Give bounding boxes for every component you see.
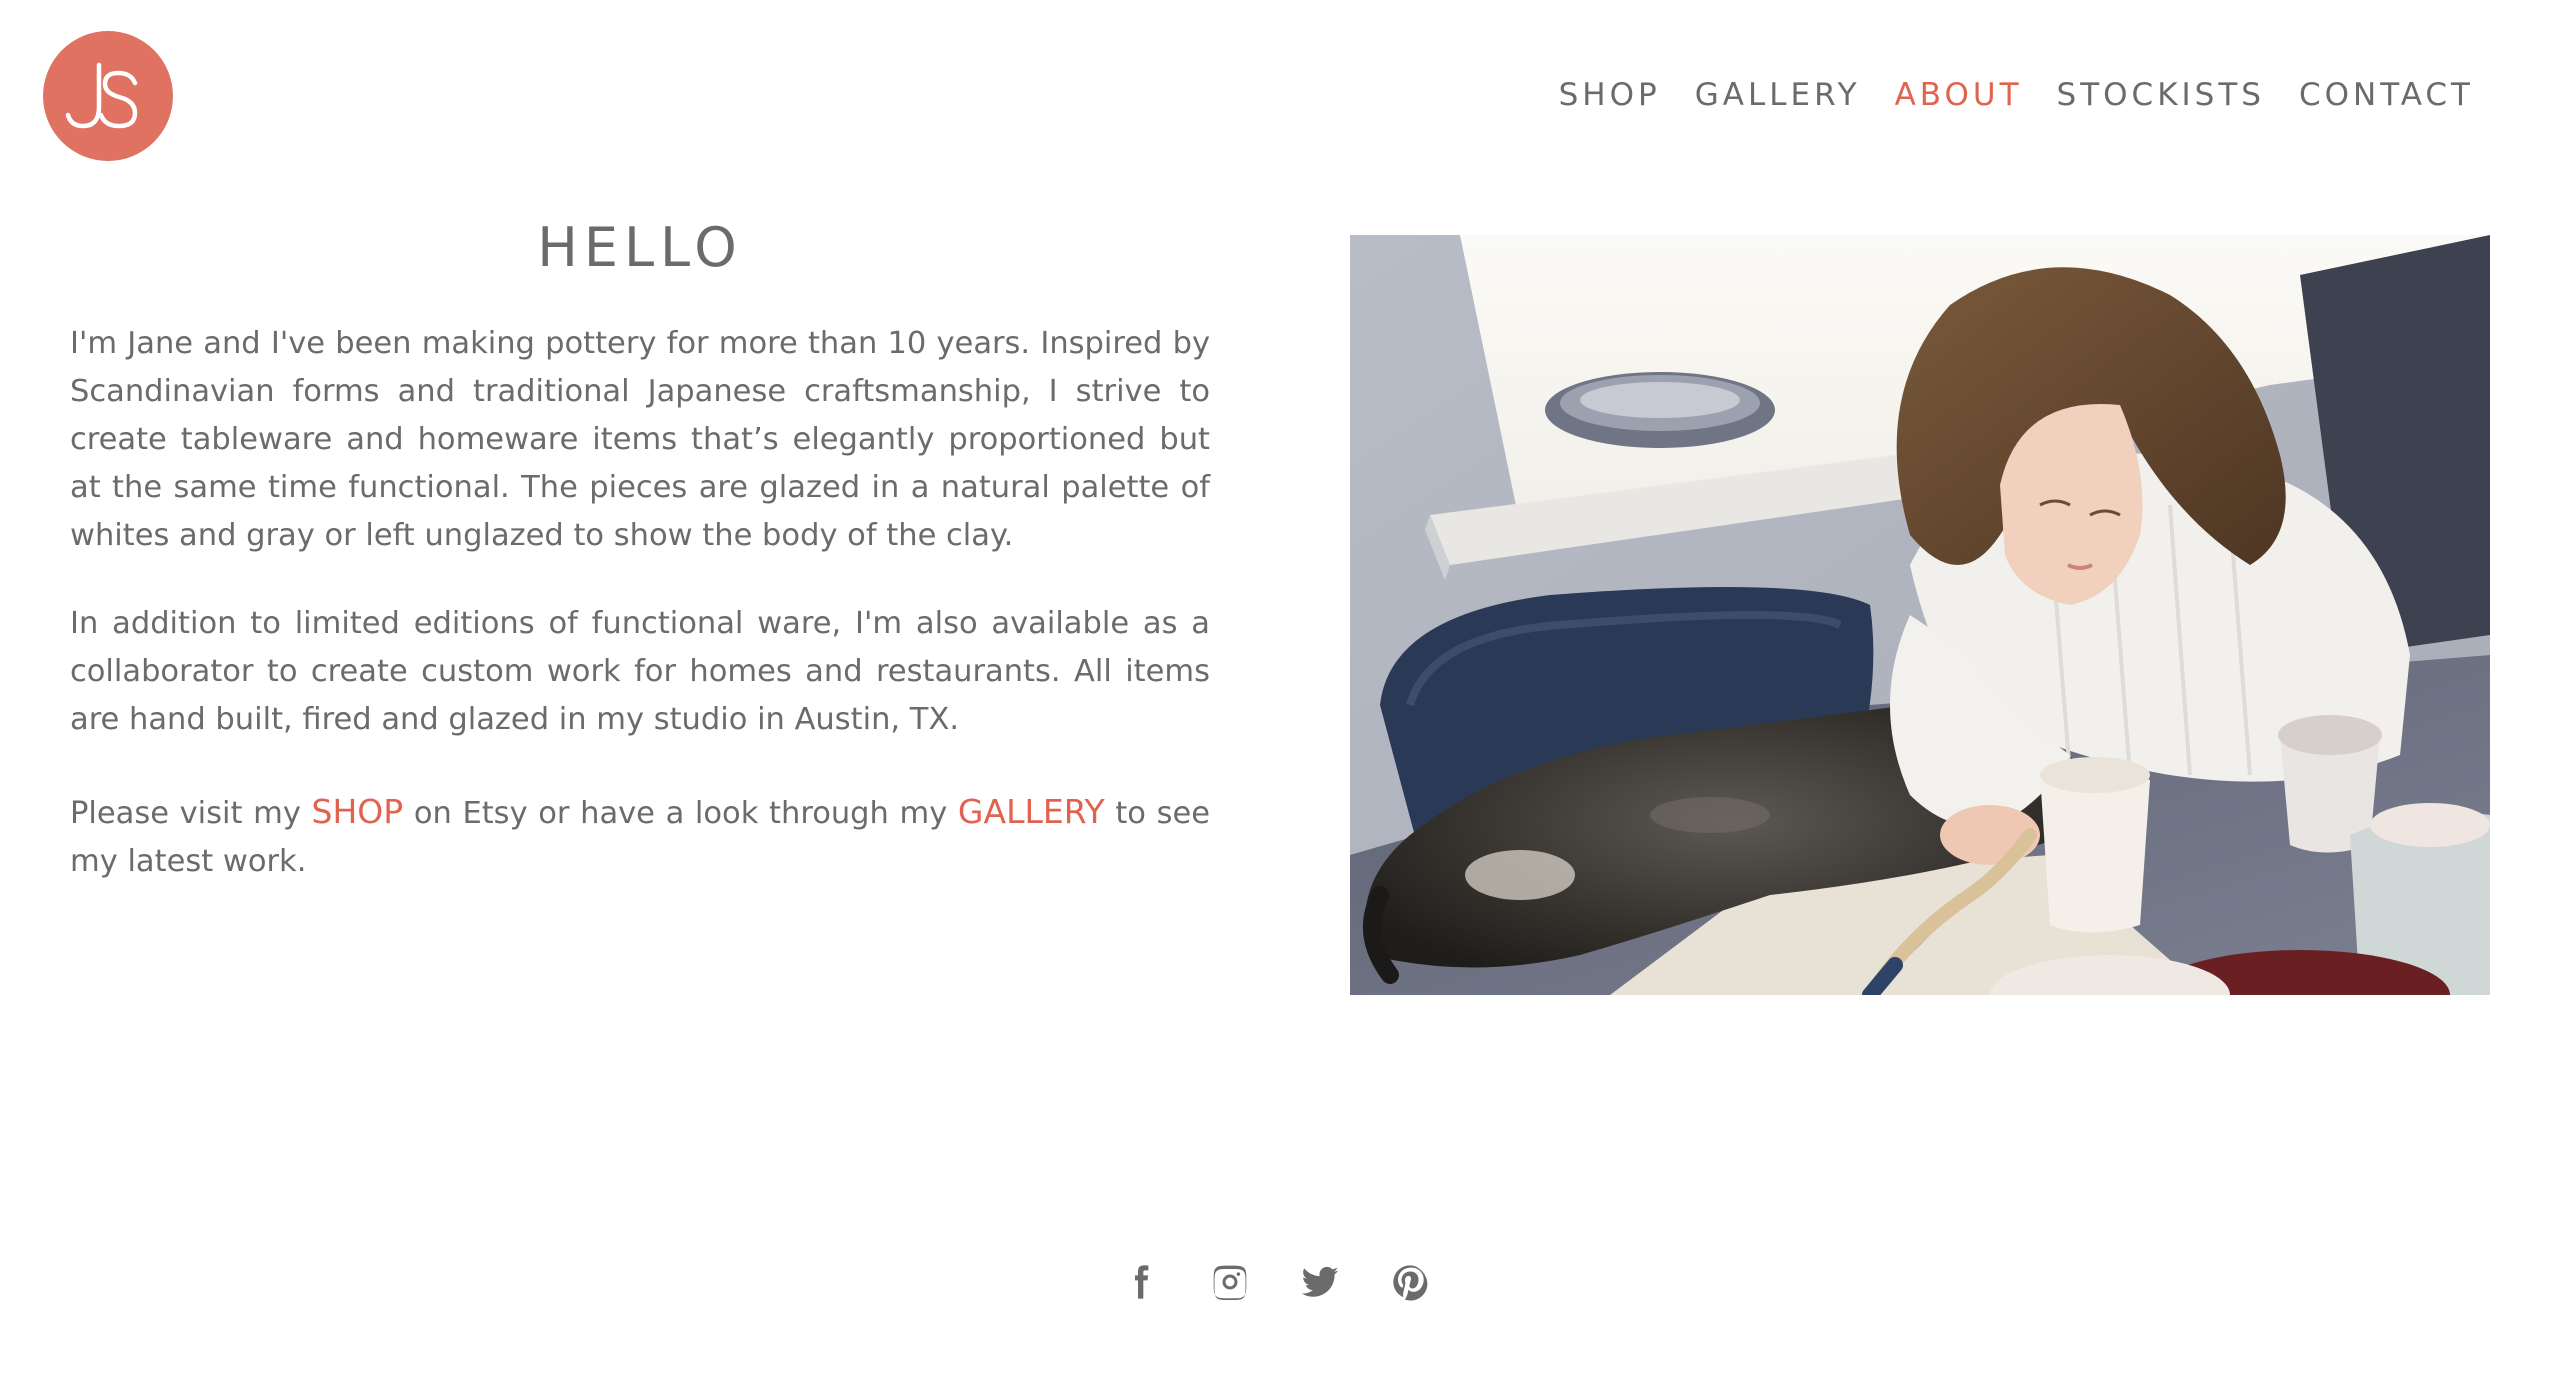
nav-contact[interactable]: CONTACT bbox=[2299, 75, 2474, 115]
about-paragraph-1: I'm Jane and I've been making pottery fo… bbox=[70, 326, 1210, 553]
main-nav: SHOP GALLERY ABOUT STOCKISTS CONTACT bbox=[1559, 75, 2474, 115]
logo[interactable]: JS bbox=[43, 31, 173, 161]
nav-gallery[interactable]: GALLERY bbox=[1695, 75, 1861, 115]
about-copy: I'm Jane and I've been making pottery fo… bbox=[70, 320, 1210, 926]
paragraph-3-text-1: Please visit my bbox=[70, 796, 312, 831]
about-paragraph-3: Please visit my SHOP on Etsy or have a l… bbox=[70, 788, 1210, 886]
photo-illustration bbox=[1350, 235, 2490, 995]
paragraph-3-text-2: on Etsy or have a look through my bbox=[403, 796, 958, 831]
social-links bbox=[1120, 1262, 1430, 1302]
nav-shop[interactable]: SHOP bbox=[1559, 75, 1661, 115]
nav-about[interactable]: ABOUT bbox=[1895, 75, 2023, 115]
instagram-icon[interactable] bbox=[1210, 1262, 1250, 1302]
js-monogram-icon bbox=[65, 62, 138, 129]
gallery-link[interactable]: GALLERY bbox=[958, 792, 1105, 831]
shop-link[interactable]: SHOP bbox=[312, 792, 404, 831]
page-heading: HELLO bbox=[537, 216, 743, 279]
pottery-studio-photo bbox=[1350, 235, 2490, 995]
nav-stockists[interactable]: STOCKISTS bbox=[2057, 75, 2265, 115]
twitter-icon[interactable] bbox=[1300, 1262, 1340, 1302]
about-paragraph-2: In addition to limited editions of funct… bbox=[70, 606, 1210, 737]
pinterest-icon[interactable] bbox=[1390, 1262, 1430, 1302]
page: JS SHOP GALLERY ABOUT STOCKISTS CONTACT … bbox=[0, 0, 2560, 1391]
facebook-icon[interactable] bbox=[1120, 1262, 1160, 1302]
